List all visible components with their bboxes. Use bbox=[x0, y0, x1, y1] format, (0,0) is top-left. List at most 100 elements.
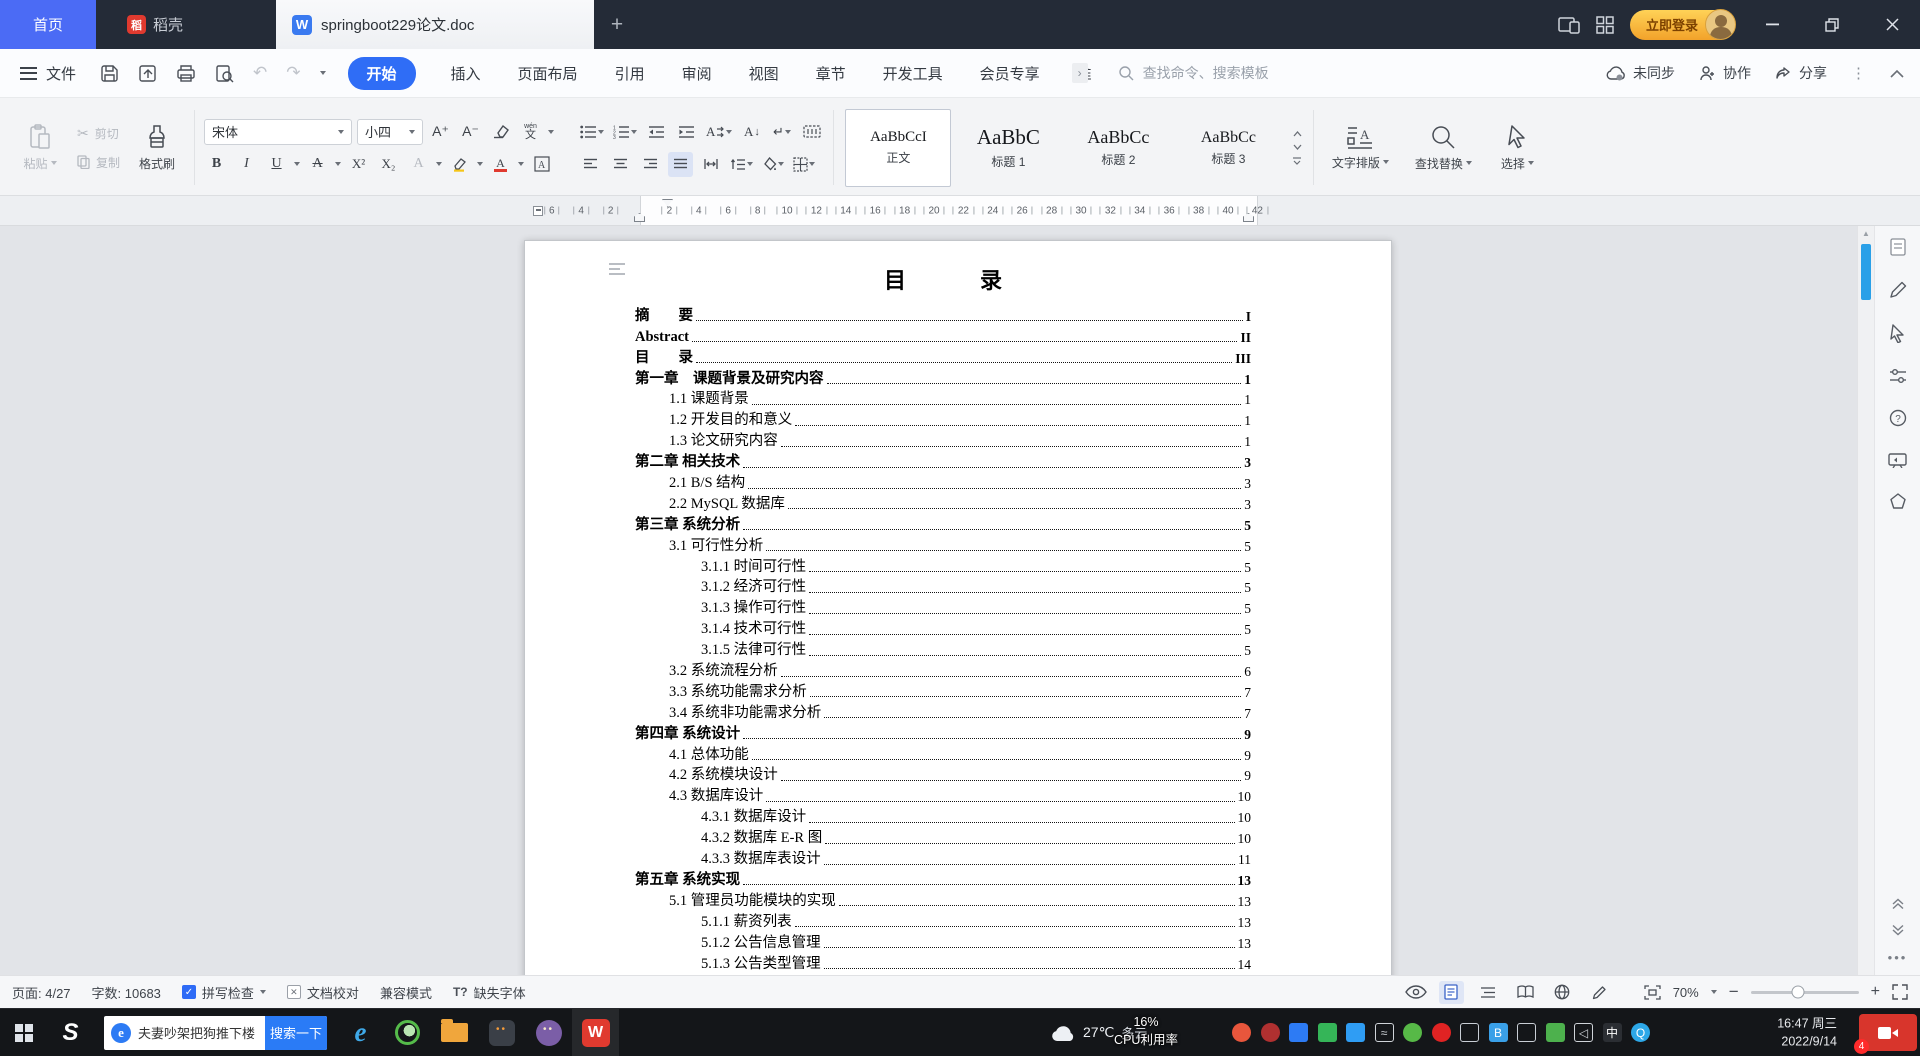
toc-entry[interactable]: 3.3 系统功能需求分析 7 bbox=[635, 680, 1251, 701]
sogou-input-button[interactable]: S bbox=[47, 1009, 94, 1056]
align-left-icon[interactable] bbox=[578, 152, 603, 177]
toc-entry[interactable]: 4.3.3 数据库表设计 11 bbox=[635, 847, 1251, 868]
page-view-icon[interactable] bbox=[1438, 980, 1464, 1004]
phone-icon[interactable] bbox=[1517, 1023, 1536, 1042]
help-icon[interactable]: ? bbox=[1889, 409, 1907, 427]
annotate-pen-icon[interactable] bbox=[1889, 281, 1907, 299]
quick-access-dropdown-icon[interactable] bbox=[319, 71, 326, 75]
toc-entry[interactable]: 5.1.1 薪资列表 13 bbox=[635, 910, 1251, 931]
tray-app-green2[interactable] bbox=[1545, 1023, 1565, 1042]
export-icon[interactable] bbox=[138, 64, 157, 83]
toc-entry[interactable]: 3.1.4 技术可行性 5 bbox=[635, 617, 1251, 638]
distribute-icon[interactable] bbox=[698, 152, 723, 177]
align-center-icon[interactable] bbox=[608, 152, 633, 177]
toc-entry[interactable]: 4.2 系统模块设计 9 bbox=[635, 764, 1251, 785]
show-paragraph-marks-icon[interactable]: ↵ bbox=[769, 119, 794, 144]
underline-dropdown-icon[interactable] bbox=[294, 162, 301, 166]
cursor-select-icon[interactable] bbox=[1889, 324, 1906, 343]
toc-entry[interactable]: 目 录 III bbox=[635, 346, 1251, 367]
text-layout-button[interactable]: A 文字排版 bbox=[1323, 105, 1397, 190]
taskbar-search-box[interactable]: e 夫妻吵架把狗推下楼 搜索一下 bbox=[104, 1015, 328, 1050]
keyboard-icon[interactable] bbox=[1460, 1023, 1479, 1042]
decrease-font-icon[interactable]: A⁻ bbox=[458, 119, 483, 144]
tray-app-red[interactable] bbox=[1232, 1023, 1251, 1042]
font-size-combo[interactable]: 小四 bbox=[357, 118, 424, 145]
zoom-out-icon[interactable]: − bbox=[1729, 982, 1739, 1002]
page-indicator[interactable]: 页面: 4/27 bbox=[12, 983, 71, 1002]
horizontal-ruler[interactable]: 642 2 4 6 8 10 12 14 16 18 20 22 24 26 28 30 32 34 36 38 40… bbox=[0, 196, 1920, 226]
toc-entry[interactable]: 3.1.5 法律可行性 5 bbox=[635, 638, 1251, 659]
increase-font-icon[interactable]: A⁺ bbox=[428, 119, 453, 144]
menu-tab[interactable]: 审阅 bbox=[680, 59, 714, 88]
标题 3[interactable]: AaBbCc 标题 3 bbox=[1175, 109, 1281, 187]
document-canvas[interactable]: 目 录 摘 要 I Abstract II 目 录 III 第一章 课题背景及研… bbox=[0, 226, 1920, 975]
scroll-up-icon[interactable]: ▲ bbox=[1858, 226, 1874, 240]
web-layout-icon[interactable] bbox=[1550, 981, 1575, 1004]
find-replace-button[interactable]: 查找替换 bbox=[1406, 105, 1480, 190]
toc-entry[interactable]: 第一章 课题背景及研究内容 1 bbox=[635, 367, 1251, 388]
toc-entry[interactable]: 3.4 系统非功能需求分析 7 bbox=[635, 701, 1251, 722]
strikethrough-icon[interactable]: A bbox=[305, 152, 330, 177]
ie-browser-button[interactable]: e bbox=[337, 1009, 384, 1056]
increase-indent-icon[interactable] bbox=[674, 119, 699, 144]
menu-tab[interactable]: 插入 bbox=[449, 59, 483, 88]
app-dark-button[interactable] bbox=[478, 1009, 525, 1056]
borders-icon[interactable] bbox=[791, 152, 817, 177]
scrollbar-thumb[interactable] bbox=[1861, 244, 1871, 300]
style-scroll-up-icon[interactable] bbox=[1293, 130, 1302, 137]
text-effects-dropdown-icon[interactable] bbox=[436, 162, 443, 166]
toc-entry[interactable]: 3.1.2 经济可行性 5 bbox=[635, 576, 1251, 597]
page-thumbnail-icon[interactable] bbox=[1889, 238, 1906, 256]
command-search[interactable]: 查找命令、搜索模板 bbox=[1118, 63, 1269, 83]
zoom-level[interactable]: 70% bbox=[1673, 985, 1699, 1000]
tab-home[interactable]: 首页 bbox=[0, 0, 96, 49]
fullscreen-icon[interactable] bbox=[1892, 984, 1908, 1000]
tab-docer[interactable]: 稻 稻壳 bbox=[96, 0, 214, 49]
paragraph-layout-icon[interactable] bbox=[609, 263, 625, 275]
browser-360-button[interactable] bbox=[384, 1009, 431, 1056]
font-name-combo[interactable]: 宋体 bbox=[204, 118, 353, 145]
next-page-icon[interactable] bbox=[1892, 924, 1904, 936]
phonetic-dropdown-icon[interactable] bbox=[548, 129, 555, 134]
notification-app-button[interactable]: 4 bbox=[1854, 1014, 1917, 1054]
compat-mode[interactable]: 兼容模式 bbox=[380, 983, 432, 1002]
superscript-icon[interactable]: X² bbox=[346, 152, 371, 177]
toc-entry[interactable]: 4.3.2 数据库 E-R 图 10 bbox=[635, 826, 1251, 847]
taskbar-search-button[interactable]: 搜索一下 bbox=[265, 1015, 328, 1050]
toc-entry[interactable]: 第二章 相关技术 3 bbox=[635, 450, 1251, 471]
collapse-ribbon-icon[interactable] bbox=[1890, 69, 1904, 78]
menu-tab[interactable]: 引用 bbox=[613, 59, 647, 88]
login-button[interactable]: 立即登录 bbox=[1629, 8, 1736, 40]
collaborate-button[interactable]: 协作 bbox=[1699, 63, 1751, 83]
toc-entry[interactable]: 3.2 系统流程分析 6 bbox=[635, 659, 1251, 680]
apps-grid-icon[interactable] bbox=[1596, 15, 1614, 34]
undo-icon[interactable]: ↶ bbox=[253, 63, 267, 83]
restore-button[interactable] bbox=[1810, 17, 1854, 32]
print-preview-icon[interactable] bbox=[215, 64, 234, 83]
tray-app-green[interactable] bbox=[1403, 1023, 1422, 1042]
save-icon[interactable] bbox=[100, 64, 119, 83]
numbered-list-icon[interactable]: 123 bbox=[611, 119, 639, 144]
text-effects-icon[interactable]: A bbox=[406, 152, 431, 177]
document-page[interactable]: 目 录 摘 要 I Abstract II 目 录 III 第一章 课题背景及研… bbox=[524, 240, 1392, 975]
fit-page-icon[interactable] bbox=[1644, 984, 1661, 1000]
redo-icon[interactable]: ↷ bbox=[286, 63, 300, 83]
toc-entry[interactable]: Abstract II bbox=[635, 325, 1251, 346]
volume-icon[interactable]: ◁ bbox=[1574, 1023, 1593, 1042]
character-shading-icon[interactable]: A bbox=[529, 152, 554, 177]
highlight-icon[interactable] bbox=[447, 152, 472, 177]
toc-entry[interactable]: 2.2 MySQL 数据库 3 bbox=[635, 492, 1251, 513]
screen-record-icon[interactable] bbox=[1888, 452, 1907, 468]
toc-entry[interactable]: 1.2 开发目的和意义 1 bbox=[635, 408, 1251, 429]
missing-font[interactable]: T? 缺失字体 bbox=[453, 983, 526, 1002]
sync-status[interactable]: 未同步 bbox=[1606, 63, 1675, 83]
split-window-icon[interactable] bbox=[1558, 16, 1580, 34]
toc-entry[interactable]: 第四章 系统设计 9 bbox=[635, 722, 1251, 743]
proofread-toggle[interactable]: ✕ 文档校对 bbox=[286, 983, 359, 1002]
file-menu[interactable]: 文件 bbox=[20, 63, 76, 84]
toc-entry[interactable]: 1.1 课题背景 1 bbox=[635, 388, 1251, 409]
eye-protect-icon[interactable] bbox=[1404, 985, 1427, 999]
bluetooth-icon[interactable]: B bbox=[1488, 1023, 1508, 1042]
toc-entry[interactable]: 1.3 论文研究内容 1 bbox=[635, 429, 1251, 450]
toc-entry[interactable]: 第三章 系统分析 5 bbox=[635, 513, 1251, 534]
